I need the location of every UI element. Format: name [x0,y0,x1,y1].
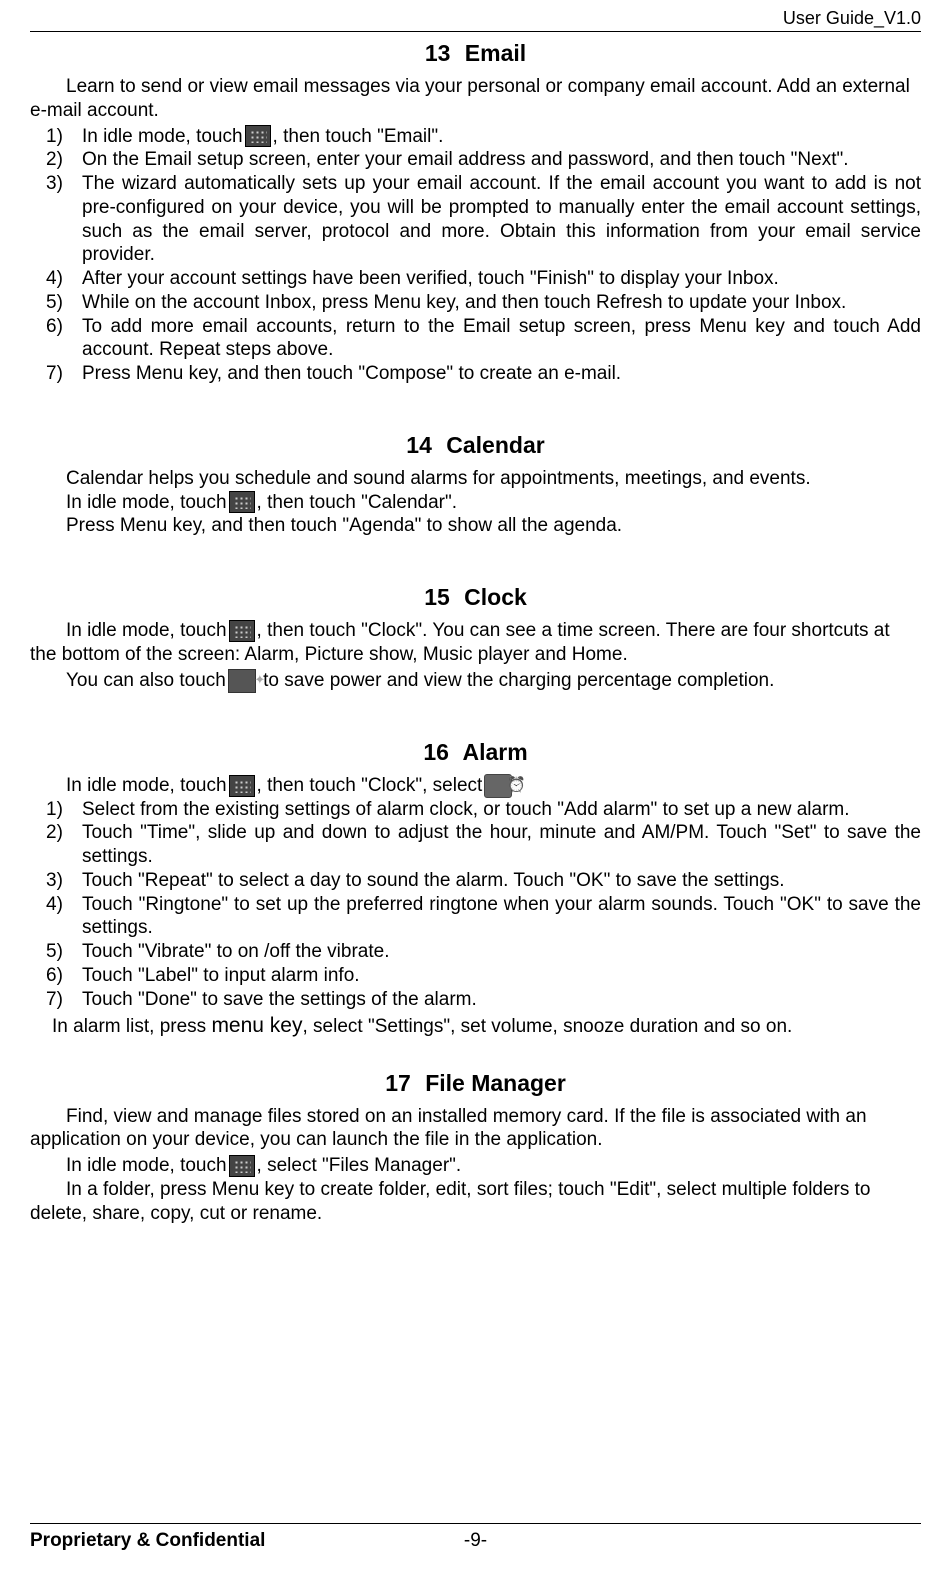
item-num: 2) [46,148,63,172]
section-16-p1: In idle mode, touch , then touch "Clock",… [30,774,921,798]
section-17-title: File Manager [425,1070,566,1096]
item-num: 5) [46,291,63,315]
list-item: 5)While on the account Inbox, press Menu… [82,291,921,315]
section-15-p1: In idle mode, touch, then touch "Clock".… [30,619,921,667]
section-14-title: Calendar [446,432,544,458]
item-num: 1) [46,125,63,149]
section-13-heading: 13 Email [30,40,921,67]
page-header: User Guide_V1.0 [30,0,921,32]
item-text-post: , then touch "Email". [273,126,444,147]
apps-grid-icon [229,491,255,513]
item-text: Press Menu key, and then touch "Compose"… [82,363,621,384]
item-num: 6) [46,964,63,988]
item-text: The wizard automatically sets up your em… [82,173,921,265]
p1-pre: In idle mode, touch [66,620,227,641]
p2-post: , then touch "Calendar". [257,492,457,513]
section-15-title: Clock [464,584,527,610]
item-num: 3) [46,869,63,893]
list-item: 1)Select from the existing settings of a… [82,798,921,822]
item-text: Touch "Time", slide up and down to adjus… [82,822,921,867]
item-num: 2) [46,821,63,845]
settings-a: In alarm list, press [52,1016,211,1037]
section-14-heading: 14 Calendar [30,432,921,459]
section-14-p1: Calendar helps you schedule and sound al… [30,467,921,491]
item-num: 6) [46,315,63,339]
item-num: 5) [46,940,63,964]
p1-mid: , then touch "Clock", select [257,775,483,796]
list-item: 7)Touch "Done" to save the settings of t… [82,988,921,1012]
section-17-p3: In a folder, press Menu key to create fo… [30,1178,921,1226]
item-num: 3) [46,172,63,196]
item-text: Touch "Done" to save the settings of the… [82,989,477,1010]
section-17-num: 17 [385,1070,411,1096]
list-item: 6)To add more email accounts, return to … [82,315,921,363]
list-item: 5)Touch "Vibrate" to on /off the vibrate… [82,940,921,964]
p2-post: to save power and view the charging perc… [258,670,774,691]
p2-pre: In idle mode, touch [66,1155,227,1176]
settings-b: , select "Settings", set volume, snooze … [302,1016,792,1037]
section-17-heading: 17 File Manager [30,1070,921,1097]
section-15-num: 15 [424,584,450,610]
p2-pre: You can also touch [66,670,226,691]
section-13-intro: Learn to send or view email messages via… [30,75,921,123]
list-item: 2)Touch "Time", slide up and down to adj… [82,821,921,869]
section-13-list: 1) In idle mode, touch , then touch "Emai… [30,125,921,386]
section-16-settings: In alarm list, press menu key, select "S… [30,1013,921,1039]
section-16-list: 1) Select from the existing settings of a… [30,798,921,1012]
section-17-p2: In idle mode, touch , select "Files Manag… [30,1154,921,1178]
item-text: On the Email setup screen, enter your em… [82,149,849,170]
section-14-p3: Press Menu key, and then touch "Agenda" … [30,514,921,538]
apps-grid-icon [245,125,271,147]
list-item: 2)On the Email setup screen, enter your … [82,148,921,172]
section-13-num: 13 [425,40,451,66]
section-16-num: 16 [423,739,449,765]
item-text-pre: In idle mode, touch [82,126,243,147]
section-16-title: Alarm [462,739,527,765]
dimmer-icon [228,669,256,693]
section-15-p2: You can also touch to save power and vie… [30,669,921,693]
item-num: 7) [46,362,63,386]
list-item: 1) In idle mode, touch, then touch "Emai… [82,125,921,149]
section-15-heading: 15 Clock [30,584,921,611]
apps-grid-icon [229,620,255,642]
alarm-clock-icon [484,774,512,798]
page-footer: Proprietary & Confidential -9- [30,1523,921,1552]
p2-post: , select "Files Manager". [257,1155,462,1176]
item-text: Touch "Label" to input alarm info. [82,965,360,986]
section-17-p1: Find, view and manage files stored on an… [30,1105,921,1153]
p1-pre: In idle mode, touch [66,775,227,796]
item-num: 7) [46,988,63,1012]
apps-grid-icon [229,775,255,797]
section-13-title: Email [465,40,526,66]
section-14-p2: In idle mode, touch , then touch "Calenda… [30,491,921,515]
footer-page-number: -9- [464,1530,487,1552]
section-14-num: 14 [406,432,432,458]
list-item: 6)Touch "Label" to input alarm info. [82,964,921,988]
item-num: 1) [46,798,63,822]
item-num: 4) [46,267,63,291]
apps-grid-icon [229,1155,255,1177]
item-text: Touch "Ringtone" to set up the preferred… [82,894,921,939]
section-16-heading: 16 Alarm [30,739,921,766]
item-num: 4) [46,893,63,917]
header-title: User Guide_V1.0 [783,8,921,28]
list-item: 7)Press Menu key, and then touch "Compos… [82,362,921,386]
item-text: After your account settings have been ve… [82,268,779,289]
item-text: Touch "Repeat" to select a day to sound … [82,870,785,891]
settings-menu: menu key [211,1014,302,1037]
list-item: 4)After your account settings have been … [82,267,921,291]
list-item: 3)The wizard automatically sets up your … [82,172,921,267]
item-text: Touch "Vibrate" to on /off the vibrate. [82,941,389,962]
list-item: 3)Touch "Repeat" to select a day to soun… [82,869,921,893]
footer-proprietary: Proprietary & Confidential [30,1530,265,1552]
item-text: While on the account Inbox, press Menu k… [82,292,846,313]
item-text: To add more email accounts, return to th… [82,316,921,361]
list-item: 4)Touch "Ringtone" to set up the preferr… [82,893,921,941]
p2-pre: In idle mode, touch [66,492,227,513]
item-text: Select from the existing settings of ala… [82,799,850,820]
